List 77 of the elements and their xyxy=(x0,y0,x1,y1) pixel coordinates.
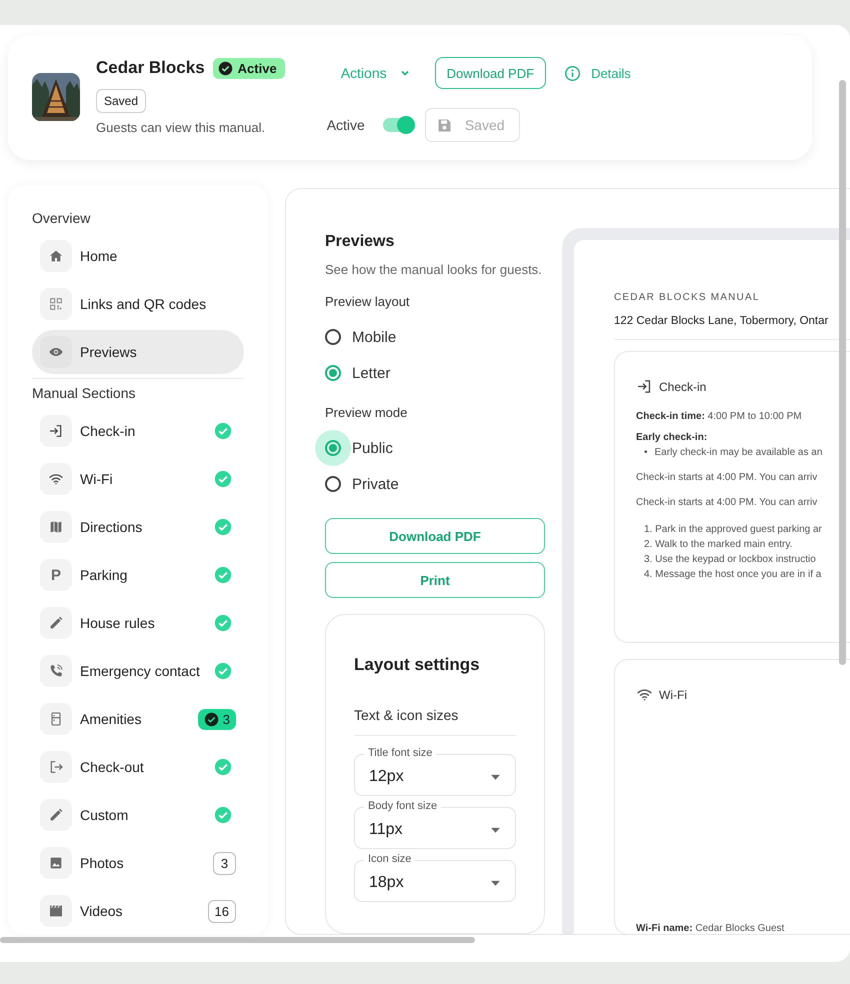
sidebar-item[interactable]: Photos 3 xyxy=(32,841,244,885)
check-circle-icon xyxy=(214,566,232,584)
count-badge: 3 xyxy=(198,708,236,730)
film-icon xyxy=(48,903,64,919)
count-badge: 3 xyxy=(213,852,236,874)
sidebar-item[interactable]: Wi-Fi xyxy=(32,457,244,501)
save-icon xyxy=(436,116,453,134)
sidebar-item[interactable]: Home xyxy=(32,234,244,278)
radio-option[interactable]: Public xyxy=(315,430,545,466)
parking-letter: P xyxy=(50,566,61,584)
radio-option[interactable]: Mobile xyxy=(315,319,545,355)
active-label: Active xyxy=(326,117,365,133)
info-icon xyxy=(564,64,582,82)
radio-option[interactable]: Private xyxy=(315,466,545,502)
list-item: Early check-in may be available as an xyxy=(654,447,822,458)
check-circle-icon xyxy=(214,518,232,536)
section-heading: Overview xyxy=(32,210,92,228)
text-paragraph: Check-in starts at 4:00 PM. You can arriv xyxy=(636,497,818,508)
dropdown-caret-icon xyxy=(490,880,501,886)
check-circle-icon xyxy=(214,614,232,632)
manual-heading: CEDAR BLOCKS MANUAL xyxy=(614,292,761,303)
section-title: Check-in xyxy=(659,380,706,394)
radio-group-label: Preview layout xyxy=(325,294,411,309)
manual-subtitle: Guests can view this manual. xyxy=(96,120,266,135)
map-icon xyxy=(48,519,64,535)
count-badge: 16 xyxy=(208,900,236,922)
scrollbar-thumb[interactable] xyxy=(839,80,846,665)
sidebar-item[interactable]: Previews xyxy=(32,330,244,374)
radio-option[interactable]: Letter xyxy=(315,355,545,391)
sidebar-item[interactable]: Amenities 3 xyxy=(32,697,244,741)
login-icon xyxy=(48,423,64,439)
login-icon xyxy=(636,378,653,395)
sidebar-item[interactable]: P Parking xyxy=(32,553,244,597)
sidebar-item[interactable]: Directions xyxy=(32,505,244,549)
phone-icon xyxy=(48,663,64,679)
check-circle-icon xyxy=(214,662,232,680)
saved-badge: Saved xyxy=(96,89,146,113)
list-item: 4. Message the host once you are in if a xyxy=(644,568,822,582)
section-heading: Manual Sections xyxy=(32,385,137,403)
image-icon xyxy=(48,855,64,871)
pencil-icon xyxy=(48,615,64,631)
list-item: 1. Park in the approved guest parking ar xyxy=(644,523,823,537)
text-line: Wi-Fi name: Cedar Blocks Guest xyxy=(636,923,786,934)
card-subheading: Text & icon sizes xyxy=(354,707,516,736)
pencil-icon xyxy=(48,807,64,823)
qr-code-icon xyxy=(48,296,64,312)
list-item: 2. Walk to the marked main entry. xyxy=(644,538,794,552)
sidebar-item[interactable]: House rules xyxy=(32,601,244,645)
sidebar-item[interactable]: Videos 16 xyxy=(32,889,244,933)
sidebar-item[interactable]: Check-in xyxy=(32,409,244,453)
logout-icon xyxy=(48,759,64,775)
radio-group-label: Preview mode xyxy=(325,405,408,420)
manual-title: Cedar Blocks xyxy=(96,58,205,78)
section-title: Wi-Fi xyxy=(659,688,687,702)
check-circle-icon xyxy=(214,470,232,488)
list-item: 3. Use the keypad or lockbox instructio xyxy=(644,553,817,567)
text-subheading: Early check-in: xyxy=(636,432,708,443)
sidebar-item[interactable]: Custom xyxy=(32,793,244,837)
sidebar-item[interactable]: Emergency contact xyxy=(32,649,244,693)
manual-address: 122 Cedar Blocks Lane, Tobermory, Ontar xyxy=(614,315,830,327)
dropdown-caret-icon xyxy=(490,826,501,834)
section-description: See how the manual looks for guests. xyxy=(325,261,543,279)
status-badge: Active xyxy=(212,58,285,78)
sidebar-item[interactable]: Check-out xyxy=(32,745,244,789)
check-circle-icon xyxy=(214,806,232,824)
text-paragraph: Check-in starts at 4:00 PM. You can arriv xyxy=(636,472,818,483)
text-line: Check-in time: 4:00 PM to 10:00 PM xyxy=(636,411,803,422)
check-circle-icon xyxy=(214,758,232,776)
sidebar-item[interactable]: Links and QR codes xyxy=(32,282,244,326)
check-circle-icon xyxy=(214,422,232,440)
card-title: Layout settings xyxy=(354,655,481,675)
home-icon xyxy=(48,248,64,264)
scrollbar-thumb[interactable] xyxy=(0,937,475,943)
active-toggle[interactable] xyxy=(382,118,413,132)
bullet-mark: • xyxy=(644,447,648,458)
dropdown-caret-icon xyxy=(490,774,501,780)
section-title: Previews xyxy=(325,233,396,251)
